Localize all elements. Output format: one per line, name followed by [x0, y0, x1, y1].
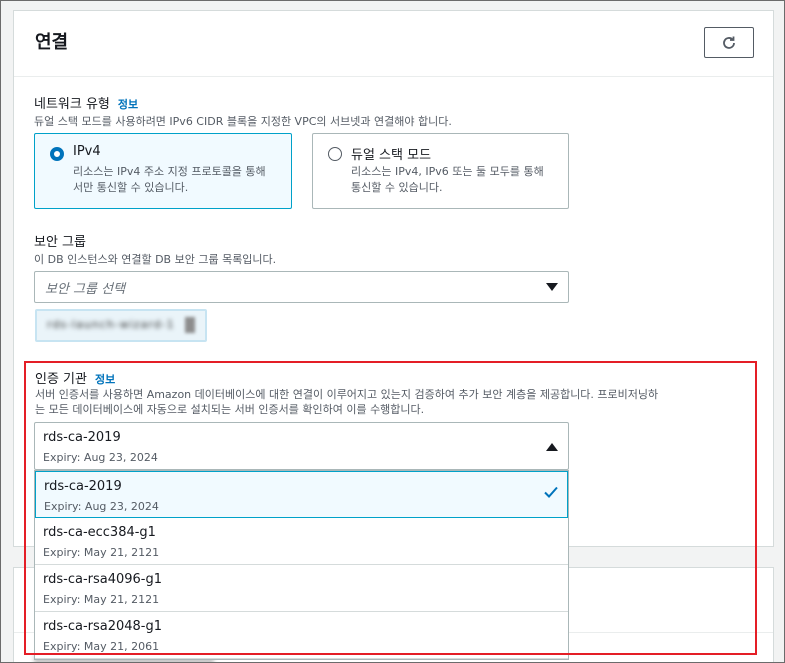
ipv4-description: 리소스는 IPv4 주소 지정 프로토콜을 통해서만 통신할 수 있습니다.: [73, 165, 266, 194]
dualstack-title: 듀얼 스택 모드: [351, 148, 432, 163]
ipv4-radio[interactable]: [50, 147, 64, 161]
ca-select[interactable]: rds-ca-2019 Expiry: Aug 23, 2024: [34, 422, 569, 470]
security-group-label: 보안 그룹: [34, 235, 86, 250]
ca-selected-name: rds-ca-2019: [43, 430, 121, 445]
security-group-select[interactable]: 보안 그룹 선택: [34, 271, 569, 303]
network-type-ipv4-tile[interactable]: IPv4 리소스는 IPv4 주소 지정 프로토콜을 통해서만 통신할 수 있습…: [34, 133, 292, 209]
ca-selected-expiry: Expiry: Aug 23, 2024: [43, 451, 158, 464]
refresh-icon: [723, 36, 735, 49]
ca-info-link[interactable]: 정보: [95, 373, 115, 386]
ca-description: 서버 인증서를 사용하면 Amazon 데이터베이스에 대한 연결이 이루어지고…: [35, 388, 659, 416]
ca-option[interactable]: rds-ca-rsa4096-g1 Expiry: May 21, 2121: [35, 565, 568, 612]
security-group-token: rds-launch-wizard-1: [35, 309, 207, 342]
refresh-button[interactable]: [704, 27, 754, 58]
panel-header: 연결: [14, 11, 773, 77]
network-type-dualstack-tile[interactable]: 듀얼 스택 모드 리소스는 IPv4, IPv6 또는 둘 모두를 통해 통신할…: [312, 133, 569, 209]
ca-dropdown-list: rds-ca-2019 Expiry: Aug 23, 2024 rds-ca-…: [34, 470, 569, 660]
network-type-info-link[interactable]: 정보: [118, 98, 138, 111]
panel-title: 연결: [35, 32, 69, 53]
network-type-description: 듀얼 스택 모드를 사용하려면 IPv6 CIDR 블록을 지정한 VPC의 서…: [34, 115, 452, 128]
remove-token-icon[interactable]: [185, 317, 195, 333]
dualstack-radio[interactable]: [328, 147, 342, 161]
ca-option[interactable]: rds-ca-rsa2048-g1 Expiry: May 21, 2061: [35, 612, 568, 659]
ca-option[interactable]: rds-ca-2019 Expiry: Aug 23, 2024: [35, 471, 568, 518]
caret-down-icon: [546, 283, 558, 291]
security-group-placeholder: 보안 그룹 선택: [45, 282, 126, 297]
network-type-label: 네트워크 유형 정보: [34, 97, 139, 112]
ca-label: 인증 기관 정보: [35, 372, 116, 387]
ipv4-title: IPv4: [73, 144, 101, 159]
check-icon: [544, 486, 558, 498]
security-group-token-label: rds-launch-wizard-1: [47, 318, 175, 331]
caret-up-icon: [546, 443, 558, 451]
security-group-description: 이 DB 인스턴스와 연결할 DB 보안 그룹 목록입니다.: [34, 253, 277, 266]
ca-option[interactable]: rds-ca-ecc384-g1 Expiry: May 21, 2121: [35, 518, 568, 565]
dualstack-description: 리소스는 IPv4, IPv6 또는 둘 모두를 통해 통신할 수 있습니다.: [351, 165, 544, 194]
